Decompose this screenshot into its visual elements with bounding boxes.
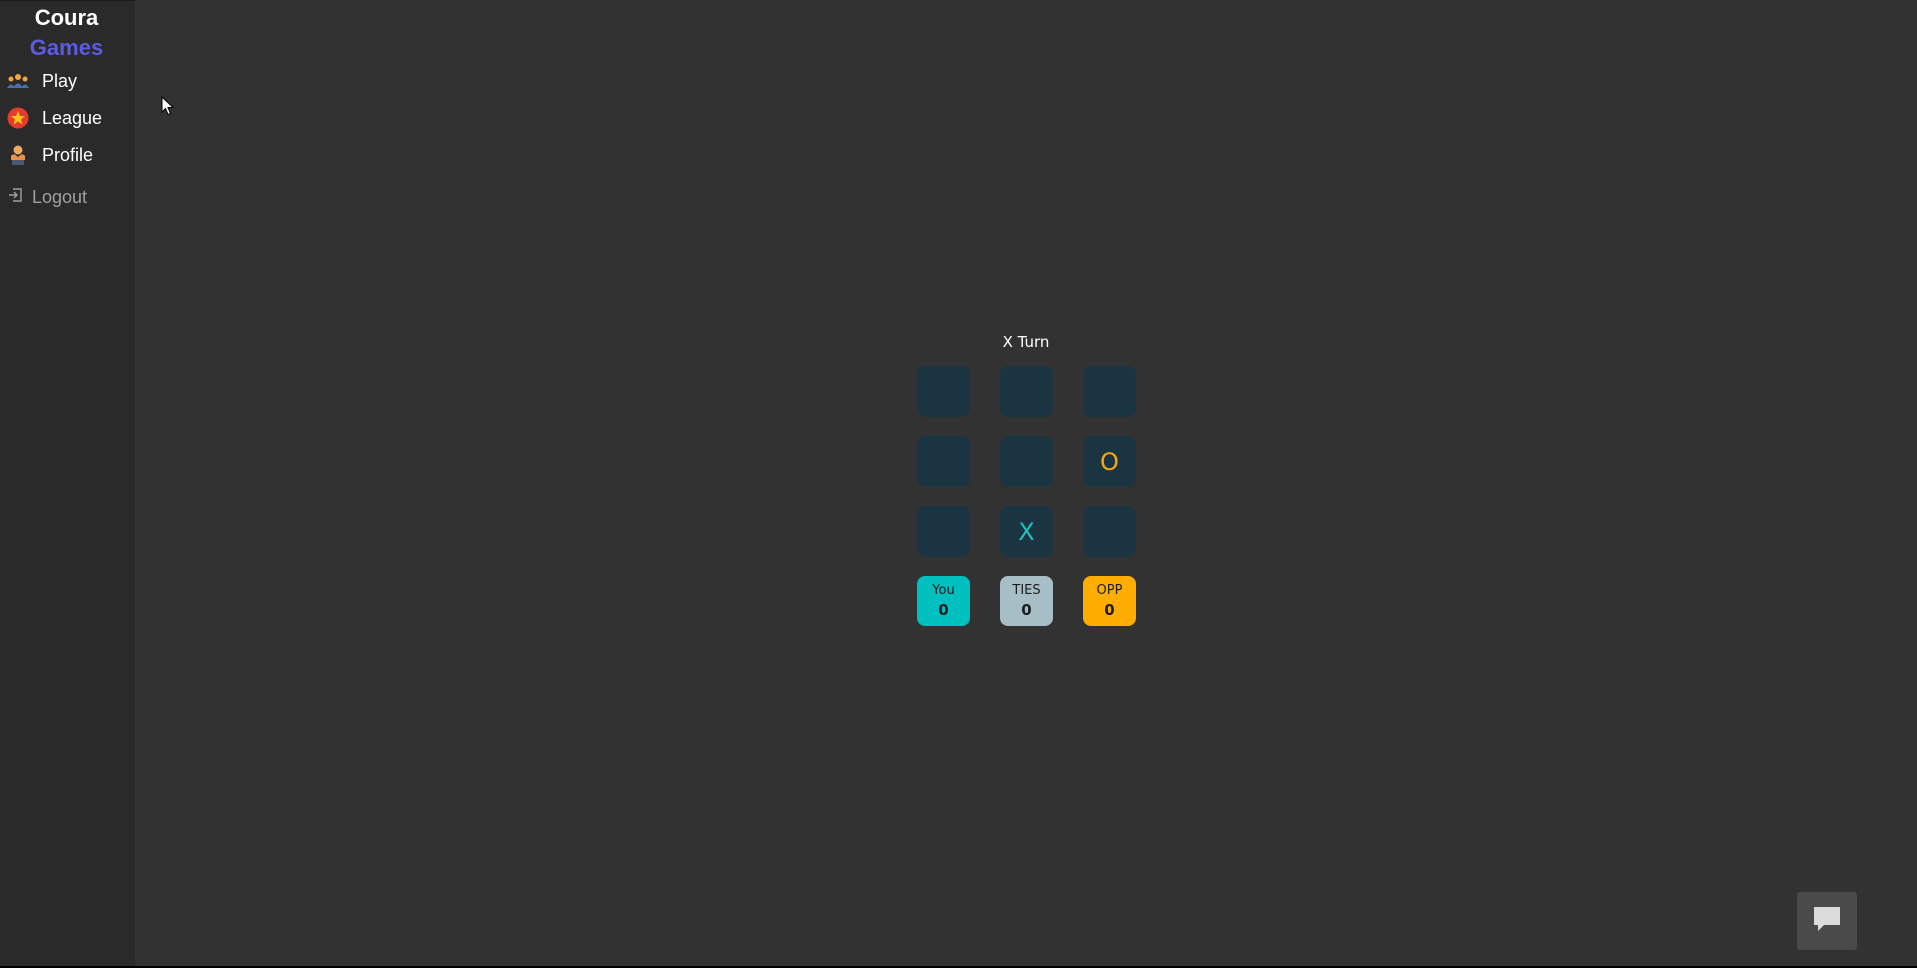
board-cell-5[interactable]: [1000, 436, 1053, 487]
score-card-opp: OPP 0: [1083, 576, 1136, 626]
app-root: Coura Games Play League Profile Logout X…: [0, 0, 1917, 966]
logout-label: Logout: [32, 186, 88, 207]
chat-button[interactable]: [1797, 892, 1857, 950]
mouse-cursor-icon: [161, 95, 175, 121]
score-value: 0: [1104, 601, 1115, 619]
sidebar-item-label: Play: [42, 70, 78, 91]
sidebar-item-label: Profile: [42, 144, 94, 165]
board-cell-8[interactable]: X: [1000, 506, 1053, 557]
score-card-you: You 0: [917, 576, 970, 626]
sidebar-item-league[interactable]: League: [6, 103, 102, 133]
score-card-ties: TIES 0: [1000, 576, 1053, 626]
sidebar-item-play[interactable]: Play: [6, 66, 77, 96]
score-label: TIES: [1012, 583, 1041, 598]
sidebar: Coura Games Play League Profile Logout: [0, 0, 135, 966]
board-cell-3[interactable]: [1083, 366, 1136, 417]
board-cell-6[interactable]: O: [1083, 436, 1136, 487]
star-badge-icon: [6, 106, 30, 130]
board-cell-1[interactable]: [917, 366, 970, 417]
score-label: You: [932, 583, 955, 598]
brand-subtitle: Games: [29, 35, 104, 60]
board-cell-4[interactable]: [917, 436, 970, 487]
people-group-icon: [6, 69, 30, 93]
person-icon: [6, 143, 30, 167]
sidebar-item-label: League: [42, 107, 103, 128]
board-cell-2[interactable]: [1000, 366, 1053, 417]
board-cell-7[interactable]: [917, 506, 970, 557]
brand-name: Coura: [34, 5, 99, 30]
logout-button[interactable]: Logout: [8, 184, 87, 210]
logout-icon: [8, 187, 24, 208]
score-value: 0: [938, 601, 949, 619]
board-cell-9[interactable]: [1083, 506, 1136, 557]
chat-bubble-icon: [1812, 905, 1842, 938]
score-label: OPP: [1096, 583, 1123, 598]
score-value: 0: [1021, 601, 1032, 619]
sidebar-item-profile[interactable]: Profile: [6, 140, 93, 170]
turn-indicator: X Turn: [1002, 333, 1050, 351]
